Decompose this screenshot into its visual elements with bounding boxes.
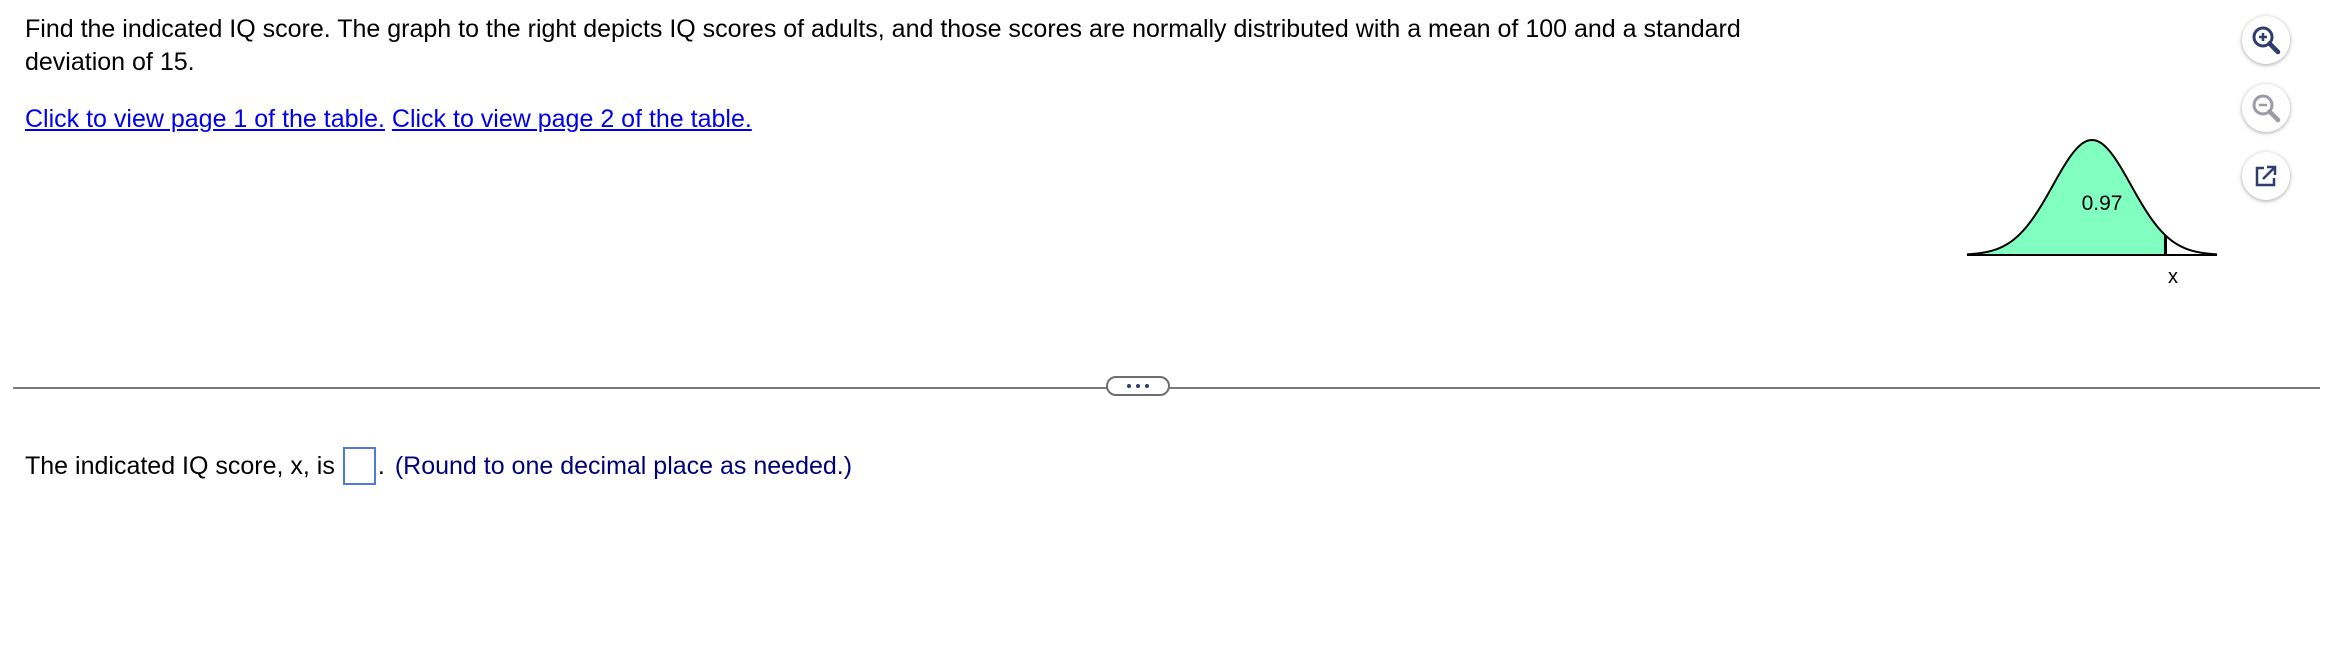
zoom-in-icon: [2252, 26, 2281, 55]
zoom-in-button[interactable]: [2242, 16, 2290, 64]
external-link-icon: [2255, 165, 2277, 187]
x-value-label: x: [2168, 266, 2178, 288]
zoom-out-button[interactable]: [2242, 84, 2290, 132]
shaded-area: [1967, 140, 2166, 255]
expand-more-button[interactable]: [1106, 376, 1170, 396]
zoom-out-icon: [2252, 94, 2281, 123]
ellipsis-dot-icon: [1145, 384, 1149, 388]
popout-button[interactable]: [2242, 152, 2290, 200]
view-table-page-2-link[interactable]: Click to view page 2 of the table.: [392, 105, 752, 133]
normal-distribution-graph: 0.97 x: [1966, 138, 2218, 288]
answer-row: The indicated IQ score, x, is . (Round t…: [25, 446, 852, 486]
ellipsis-dot-icon: [1136, 384, 1140, 388]
iq-score-input[interactable]: [342, 447, 376, 485]
question-text: Find the indicated IQ score. The graph t…: [25, 15, 1741, 76]
area-label: 0.97: [2082, 192, 2123, 215]
answer-prefix: The indicated IQ score, x, is: [25, 451, 335, 480]
answer-suffix: .: [377, 451, 385, 480]
table-links: Click to view page 1 of the table. Click…: [25, 103, 752, 136]
ellipsis-dot-icon: [1127, 384, 1131, 388]
rounding-hint: (Round to one decimal place as needed.): [394, 451, 853, 480]
view-table-page-1-link[interactable]: Click to view page 1 of the table.: [25, 105, 385, 133]
